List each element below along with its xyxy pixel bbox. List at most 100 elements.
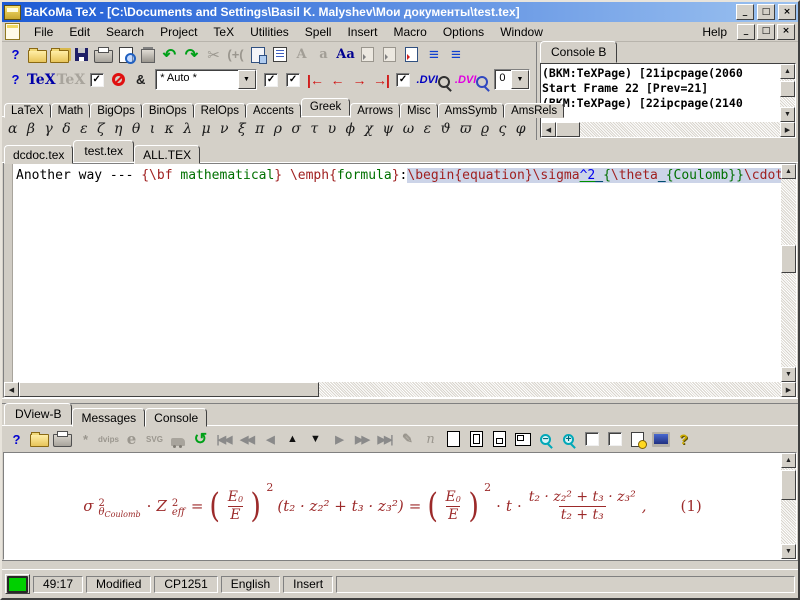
tab-amsrels[interactable]: AmsRels — [504, 103, 564, 118]
option-b-checkbox[interactable]: ✓ — [283, 69, 304, 91]
last-page-icon[interactable]: ▶▶| — [374, 428, 395, 450]
status-monitor-button[interactable] — [5, 574, 30, 594]
dvi-search-icon[interactable]: .DVI — [455, 74, 484, 86]
refresh-icon[interactable]: ↺ — [190, 428, 211, 450]
scroll-up-button[interactable]: ▲ — [781, 453, 796, 468]
tab-all-tex[interactable]: ALL.TEX — [134, 145, 200, 164]
justify-lines-icon[interactable]: ≡ — [423, 44, 444, 66]
page-view-3-icon[interactable] — [489, 428, 510, 450]
scroll-left-button[interactable]: ◀ — [541, 122, 556, 137]
stop-compile-icon[interactable] — [108, 69, 129, 91]
next-page-icon[interactable]: ▶ — [328, 428, 349, 450]
next-error-icon[interactable]: → — [349, 69, 370, 91]
greek-letter-6[interactable]: ζ — [97, 121, 105, 137]
scrollbar-thumb[interactable] — [781, 470, 796, 500]
greek-letter-14[interactable]: ξ — [238, 121, 246, 137]
scrollbar-thumb[interactable] — [781, 245, 796, 273]
greek-letter-4[interactable]: δ — [62, 121, 70, 137]
copy-file-icon[interactable] — [49, 44, 70, 66]
menu-help[interactable]: Help — [694, 24, 735, 40]
tab-dview-b[interactable]: DView-B — [4, 403, 72, 425]
annotate-icon[interactable]: ✎ — [397, 428, 418, 450]
auto-refresh-page-icon[interactable] — [627, 428, 648, 450]
menu-tex[interactable]: TeX — [205, 24, 242, 40]
next-10-pages-icon[interactable]: ▶▶ — [351, 428, 372, 450]
scroll-down-button[interactable]: ▼ — [781, 544, 796, 559]
greek-letter-22[interactable]: ψ — [382, 121, 393, 137]
paste-icon[interactable] — [247, 44, 268, 66]
tab-dcdoc-tex[interactable]: dcdoc.tex — [4, 145, 73, 164]
page-view-4-icon[interactable] — [512, 428, 533, 450]
greek-letter-1[interactable]: α — [8, 121, 17, 137]
undo-icon[interactable]: ↶ — [159, 44, 180, 66]
mdi-restore-button[interactable]: □ — [757, 24, 775, 40]
auto-compile-checkbox[interactable]: ✓ — [86, 69, 107, 91]
prev-error-icon[interactable]: ← — [327, 69, 348, 91]
greek-letter-21[interactable]: χ — [364, 121, 372, 137]
tab-binops[interactable]: BinOps — [142, 103, 194, 118]
dvi-preview[interactable]: σ2θCoulomb · Z2eff = (E0E)2 (t₂ · z₂² + … — [3, 452, 797, 560]
page-view-2-icon[interactable] — [466, 428, 487, 450]
insert-file-icon[interactable] — [401, 44, 422, 66]
greek-letter-28[interactable]: ς — [499, 121, 507, 137]
delete-icon[interactable] — [137, 44, 158, 66]
save-icon[interactable] — [71, 44, 92, 66]
menu-utilities[interactable]: Utilities — [242, 24, 297, 40]
outdent-para-icon[interactable] — [379, 44, 400, 66]
tab-greek[interactable]: Greek — [301, 98, 350, 116]
greek-letter-24[interactable]: ε — [424, 121, 432, 137]
indent-para-icon[interactable] — [357, 44, 378, 66]
tab-arrows[interactable]: Arrows — [350, 103, 400, 118]
print-icon[interactable] — [93, 44, 114, 66]
greek-letter-12[interactable]: μ — [202, 121, 211, 137]
tab-amssymb[interactable]: AmsSymb — [438, 103, 504, 118]
greek-letter-10[interactable]: κ — [165, 121, 174, 137]
menu-window[interactable]: Window — [492, 24, 551, 40]
dvips-icon[interactable]: dvips — [98, 428, 119, 450]
greek-letter-19[interactable]: υ — [328, 121, 337, 137]
greek-letter-5[interactable]: ε — [80, 121, 88, 137]
greek-letter-2[interactable]: β — [27, 121, 35, 137]
greek-letter-7[interactable]: η — [114, 121, 122, 137]
zoom-in-icon[interactable]: + — [558, 428, 579, 450]
cut-icon[interactable]: ✂ — [203, 44, 224, 66]
greek-letter-15[interactable]: π — [255, 121, 264, 137]
console-horizontal-scrollbar[interactable]: ◀ ▶ — [541, 122, 795, 137]
option-c-checkbox[interactable]: ✓ — [393, 69, 414, 91]
dropdown-arrow-icon[interactable]: ▼ — [511, 70, 529, 89]
prev-page-icon[interactable]: ◀ — [259, 428, 280, 450]
menu-spell[interactable]: Spell — [297, 24, 340, 40]
greek-letter-11[interactable]: λ — [183, 121, 192, 137]
tab-misc[interactable]: Misc — [400, 103, 438, 118]
scroll-up-button[interactable]: ▲ — [780, 64, 795, 79]
greek-letter-20[interactable]: ϕ — [346, 121, 356, 137]
zoom-out-icon[interactable]: − — [535, 428, 556, 450]
help-icon[interactable]: ? — [5, 69, 26, 91]
redo-icon[interactable]: ↷ — [181, 44, 202, 66]
scroll-right-button[interactable]: ▶ — [781, 382, 796, 397]
open-file-icon[interactable] — [27, 44, 48, 66]
greek-letter-27[interactable]: ϱ — [481, 121, 489, 137]
tab-console-b[interactable]: Console B — [540, 41, 617, 63]
page-view-1-icon[interactable] — [443, 428, 464, 450]
tab-math[interactable]: Math — [51, 103, 91, 118]
change-case-icon[interactable]: Aa — [335, 44, 356, 66]
tex-stop-icon[interactable]: TeX — [57, 69, 86, 91]
justify-para-icon[interactable]: ≡ — [445, 44, 466, 66]
display-setup-icon[interactable] — [650, 428, 671, 450]
help-icon[interactable]: ? — [5, 44, 26, 66]
sort-list-icon[interactable] — [269, 44, 290, 66]
menu-macro[interactable]: Macro — [385, 24, 434, 40]
menu-file[interactable]: File — [26, 24, 61, 40]
greek-letter-29[interactable]: φ — [516, 121, 526, 137]
find-in-files-icon[interactable] — [115, 44, 136, 66]
tab-relops[interactable]: RelOps — [194, 103, 246, 118]
scrollbar-thumb[interactable] — [556, 122, 580, 137]
greek-letter-18[interactable]: τ — [310, 121, 318, 137]
tab-test-tex[interactable]: test.tex — [73, 140, 134, 162]
export-svg-icon[interactable]: SVG — [144, 428, 165, 450]
mdi-minimize-button[interactable]: _ — [737, 24, 755, 40]
uppercase-icon[interactable]: A — [291, 44, 312, 66]
tab-accents[interactable]: Accents — [246, 103, 301, 118]
context-help-icon[interactable]: ? — [673, 428, 694, 450]
